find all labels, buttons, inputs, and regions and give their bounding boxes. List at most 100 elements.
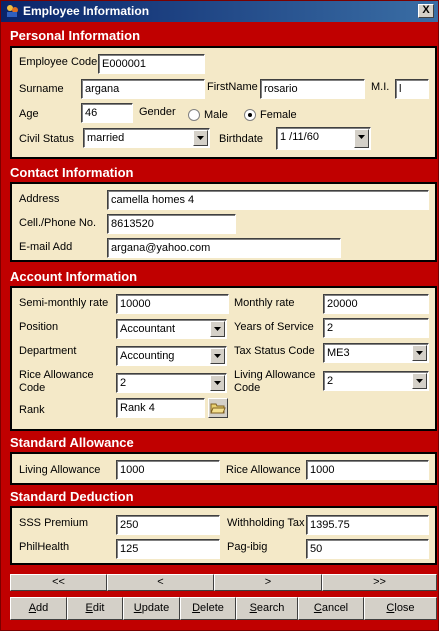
chevron-down-icon[interactable] bbox=[412, 345, 427, 361]
years-of-service-field[interactable]: 2 bbox=[323, 318, 429, 338]
app-icon bbox=[7, 5, 18, 17]
middle-initial-label: M.I. bbox=[371, 81, 390, 93]
rice-allowance-code-dropdown[interactable]: 2 bbox=[116, 373, 227, 393]
position-label: Position bbox=[19, 321, 59, 333]
title-bar[interactable]: Employee Information X bbox=[1, 1, 438, 22]
chevron-down-icon[interactable] bbox=[354, 129, 369, 148]
gender-male-label: Male bbox=[204, 109, 228, 121]
phone-field[interactable]: 8613520 bbox=[107, 214, 236, 234]
rank-field[interactable]: Rank 4 bbox=[116, 398, 205, 418]
email-field[interactable]: argana@yahoo.com bbox=[107, 238, 341, 258]
rice-allowance-code-label-line1: Rice Allowance bbox=[19, 369, 94, 381]
record-navigation-bar: << < > >> bbox=[10, 574, 437, 591]
gender-female-radio[interactable] bbox=[244, 109, 256, 121]
withholding-tax-label: Withholding Tax bbox=[227, 517, 305, 529]
address-label: Address bbox=[19, 193, 60, 205]
pag-ibig-label: Pag-ibig bbox=[227, 541, 268, 553]
phone-label: Cell./Phone No. bbox=[19, 217, 97, 229]
account-information-heading: Account Information bbox=[10, 269, 138, 284]
standard-allowance-panel: Living Allowance 1000 Rice Allowance 100… bbox=[10, 452, 437, 485]
edit-button[interactable]: Edit bbox=[67, 597, 123, 620]
email-label: E-mail Add bbox=[19, 241, 73, 253]
window-title: Employee Information bbox=[23, 4, 150, 18]
rank-lookup-button[interactable] bbox=[208, 398, 228, 418]
civil-status-value: married bbox=[87, 132, 125, 144]
chevron-down-icon[interactable] bbox=[210, 321, 225, 337]
living-allowance-code-dropdown[interactable]: 2 bbox=[323, 371, 429, 391]
chevron-down-icon[interactable] bbox=[412, 373, 427, 389]
folder-open-icon bbox=[210, 403, 226, 414]
surname-field[interactable]: argana bbox=[81, 79, 205, 99]
contact-information-panel: Address camella homes 4 Cell./Phone No. … bbox=[10, 182, 437, 262]
birthdate-picker[interactable]: 1 /11/60 bbox=[276, 127, 371, 150]
chevron-down-icon[interactable] bbox=[210, 348, 225, 364]
last-record-button[interactable]: >> bbox=[322, 574, 437, 591]
standard-allowance-heading: Standard Allowance bbox=[10, 435, 134, 450]
years-of-service-label: Years of Service bbox=[234, 321, 314, 333]
living-allowance-code-label-line2: Code bbox=[234, 382, 261, 394]
chevron-down-icon[interactable] bbox=[210, 375, 225, 391]
contact-information-heading: Contact Information bbox=[10, 165, 134, 180]
living-allowance-code-value: 2 bbox=[327, 375, 334, 387]
pag-ibig-field[interactable]: 50 bbox=[306, 539, 429, 559]
living-allowance-field[interactable]: 1000 bbox=[116, 460, 220, 480]
next-record-button[interactable]: > bbox=[214, 574, 322, 591]
standard-deduction-panel: SSS Premium 250 Withholding Tax 1395.75 … bbox=[10, 506, 437, 565]
previous-record-button[interactable]: < bbox=[107, 574, 214, 591]
tax-status-code-dropdown[interactable]: ME3 bbox=[323, 343, 429, 363]
semi-monthly-rate-label: Semi-monthly rate bbox=[19, 297, 109, 309]
employee-code-label: Employee Code bbox=[19, 56, 98, 68]
rice-allowance-field[interactable]: 1000 bbox=[306, 460, 429, 480]
age-label: Age bbox=[19, 108, 39, 120]
rice-allowance-label: Rice Allowance bbox=[226, 464, 301, 476]
monthly-rate-label: Monthly rate bbox=[234, 297, 295, 309]
gender-label: Gender bbox=[139, 106, 176, 118]
employee-information-window: Employee Information X Personal Informat… bbox=[0, 0, 439, 631]
firstname-field[interactable]: rosario bbox=[260, 79, 365, 99]
action-bar: Add Edit Update Delete Search Cancel Clo… bbox=[10, 597, 437, 621]
address-field[interactable]: camella homes 4 bbox=[107, 190, 429, 210]
search-button[interactable]: Search bbox=[236, 597, 298, 620]
firstname-label: FirstName bbox=[207, 81, 258, 93]
philhealth-label: PhilHealth bbox=[19, 541, 70, 553]
sss-premium-label: SSS Premium bbox=[19, 517, 89, 529]
semi-monthly-rate-field[interactable]: 10000 bbox=[116, 294, 229, 314]
chevron-down-icon[interactable] bbox=[193, 130, 208, 146]
close-button[interactable]: Close bbox=[364, 597, 437, 620]
monthly-rate-field[interactable]: 20000 bbox=[323, 294, 429, 314]
rice-allowance-code-label-line2: Code bbox=[19, 382, 46, 394]
rank-label: Rank bbox=[19, 404, 45, 416]
living-allowance-label: Living Allowance bbox=[19, 464, 101, 476]
employee-code-field[interactable]: E000001 bbox=[98, 54, 205, 74]
close-window-button[interactable]: X bbox=[418, 4, 434, 18]
philhealth-field[interactable]: 125 bbox=[116, 539, 220, 559]
department-label: Department bbox=[19, 345, 77, 357]
gender-male-radio[interactable] bbox=[188, 109, 200, 121]
standard-deduction-heading: Standard Deduction bbox=[10, 489, 134, 504]
department-dropdown[interactable]: Accounting bbox=[116, 346, 227, 366]
middle-initial-field[interactable]: l bbox=[395, 79, 429, 99]
tax-status-code-label: Tax Status Code bbox=[234, 345, 315, 357]
position-dropdown[interactable]: Accountant bbox=[116, 319, 227, 339]
sss-premium-field[interactable]: 250 bbox=[116, 515, 220, 535]
add-button[interactable]: Add bbox=[10, 597, 67, 620]
civil-status-dropdown[interactable]: married bbox=[83, 128, 210, 148]
department-value: Accounting bbox=[120, 350, 175, 362]
withholding-tax-field[interactable]: 1395.75 bbox=[306, 515, 429, 535]
age-field[interactable]: 46 bbox=[81, 103, 133, 123]
update-button[interactable]: Update bbox=[123, 597, 180, 620]
rice-allowance-code-value: 2 bbox=[120, 377, 127, 389]
first-record-button[interactable]: << bbox=[10, 574, 107, 591]
civil-status-label: Civil Status bbox=[19, 133, 75, 145]
position-value: Accountant bbox=[120, 323, 176, 335]
personal-information-heading: Personal Information bbox=[10, 28, 141, 43]
personal-information-panel: Employee Code E000001 Surname argana Fir… bbox=[10, 46, 437, 159]
cancel-button[interactable]: Cancel bbox=[298, 597, 364, 620]
birthdate-label: Birthdate bbox=[219, 133, 264, 145]
surname-label: Surname bbox=[19, 83, 64, 95]
delete-button[interactable]: Delete bbox=[180, 597, 236, 620]
birthdate-value: 1 /11/60 bbox=[280, 131, 319, 143]
close-icon: X bbox=[422, 4, 430, 16]
account-information-panel: Semi-monthly rate 10000 Monthly rate 200… bbox=[10, 286, 437, 431]
tax-status-code-value: ME3 bbox=[327, 347, 350, 359]
